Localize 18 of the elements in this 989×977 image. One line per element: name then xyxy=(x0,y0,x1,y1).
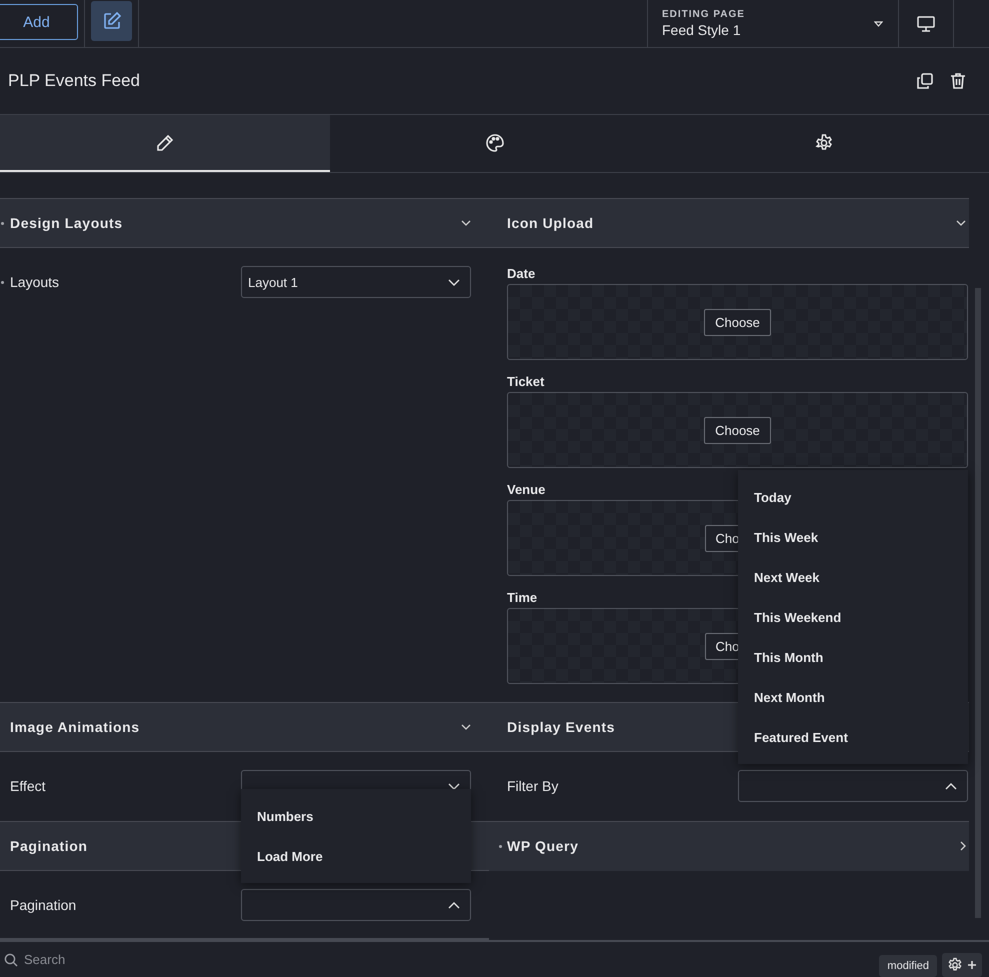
section-title: Pagination xyxy=(10,838,89,854)
section-title: Image Animations xyxy=(10,719,141,735)
field-label: Date xyxy=(507,266,536,281)
section-title: Design Layouts xyxy=(10,215,124,231)
section-title: Icon Upload xyxy=(507,215,595,231)
section-title: Display Events xyxy=(507,719,616,735)
field-label: Ticket xyxy=(507,374,546,389)
page-name: Feed Style 1 xyxy=(662,22,742,38)
field-label: Pagination xyxy=(10,897,76,913)
field-label: Time xyxy=(507,590,538,605)
field-label: Venue xyxy=(507,482,546,497)
editing-page-label: EDITING PAGE xyxy=(662,9,746,20)
modified-badge: modified xyxy=(879,955,937,977)
field-label: Filter By xyxy=(507,778,558,794)
widget-title: PLP Events Feed xyxy=(8,71,141,91)
field-label: Layouts xyxy=(10,274,60,290)
field-label: Effect xyxy=(10,778,46,794)
section-title: WP Query xyxy=(507,838,580,854)
